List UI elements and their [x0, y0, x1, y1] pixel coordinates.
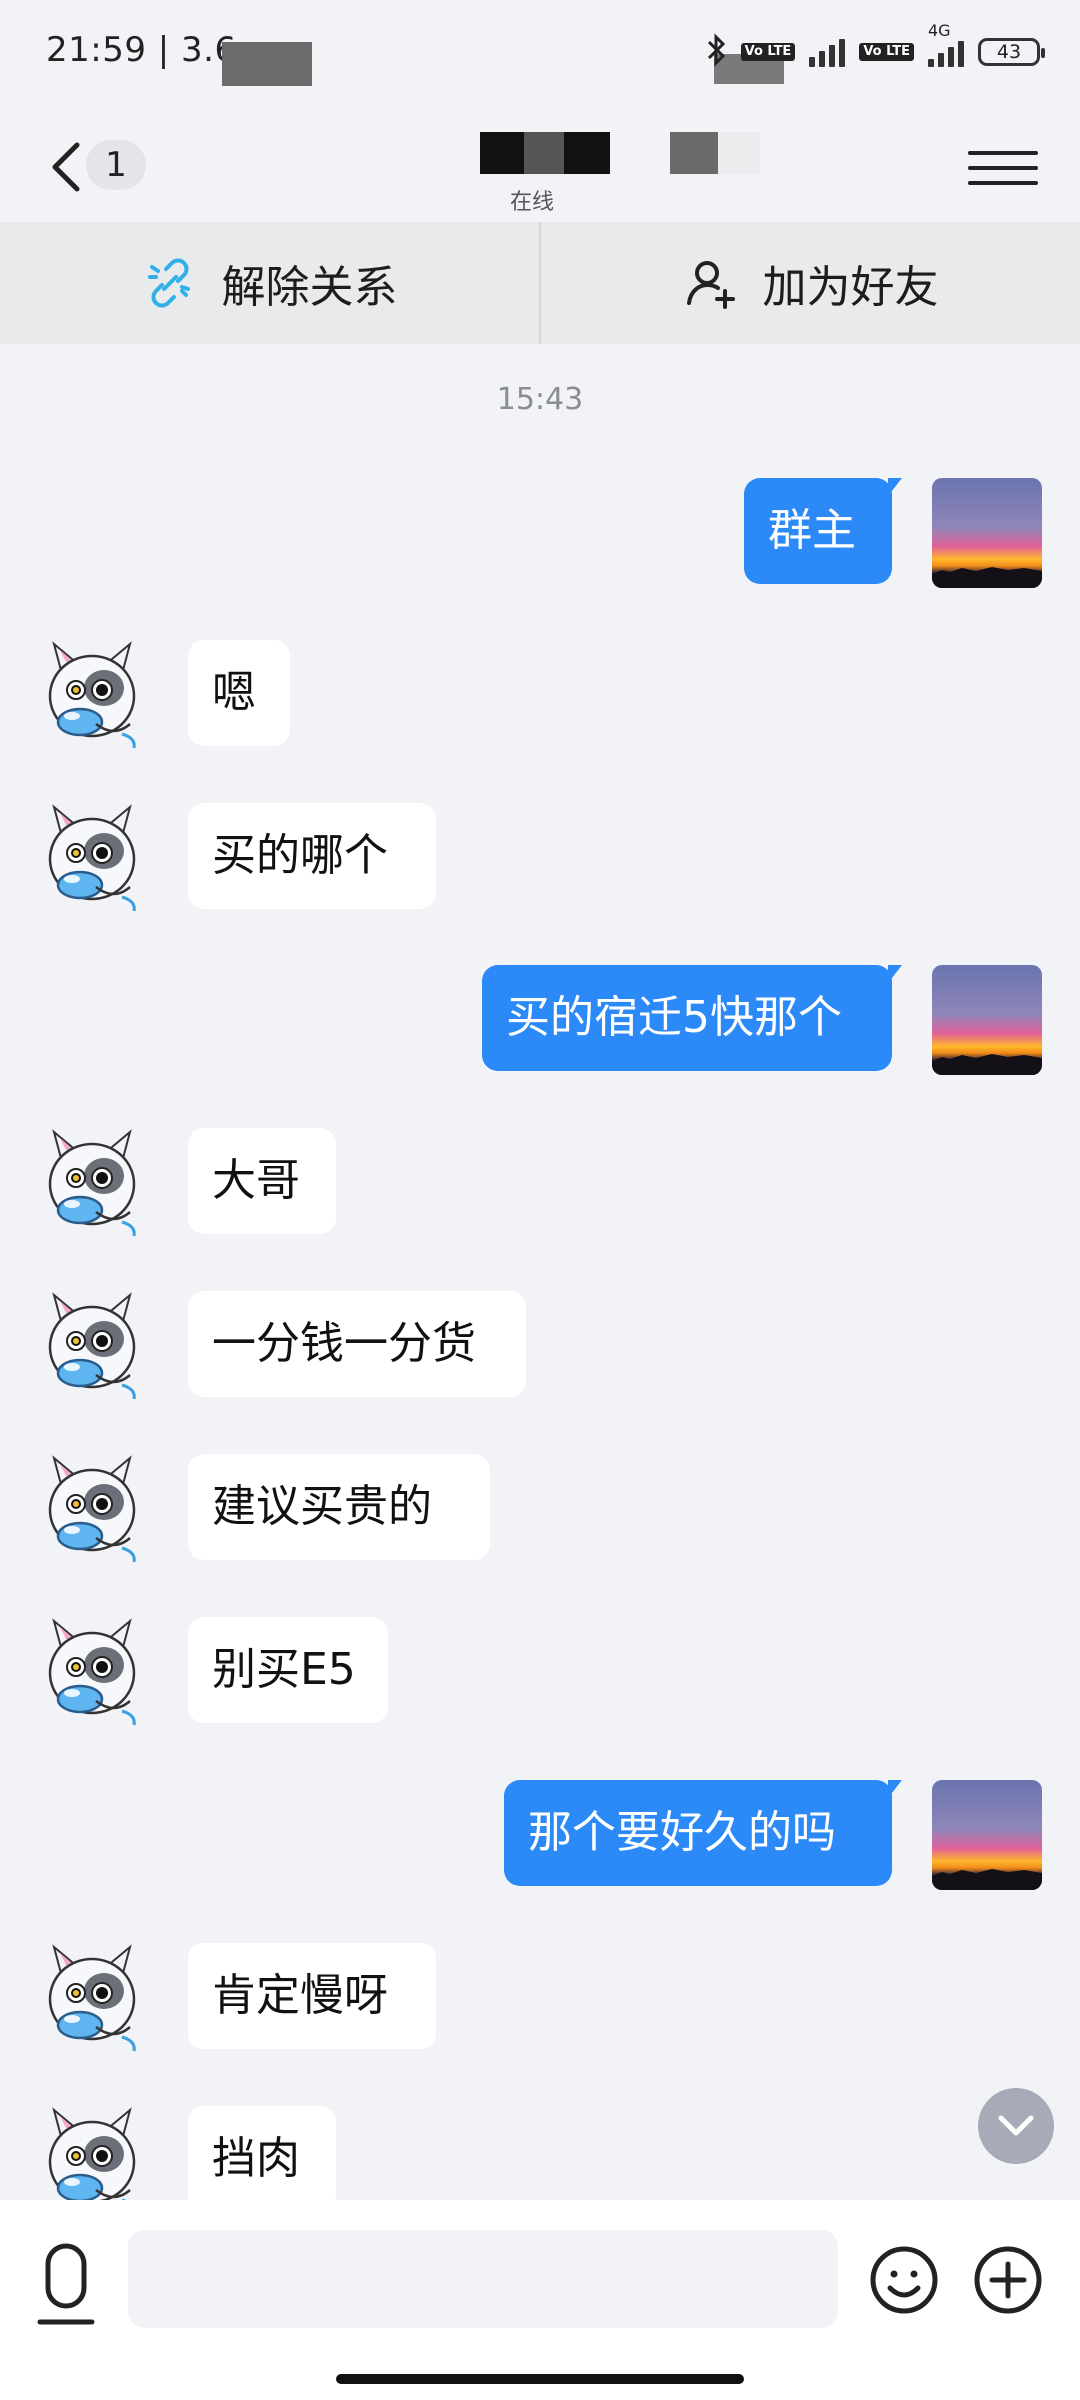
my-avatar[interactable] — [932, 1780, 1042, 1890]
redacted-block — [222, 42, 312, 86]
message-bubble[interactable]: 那个要好久的吗 — [504, 1780, 902, 1886]
redacted-block — [670, 132, 718, 174]
contact-avatar[interactable] — [36, 1941, 148, 2053]
more-button[interactable] — [972, 2244, 1044, 2316]
signal-icon — [809, 37, 846, 67]
my-avatar[interactable] — [932, 478, 1042, 588]
message-bubble[interactable]: 买的宿迁5快那个 — [482, 965, 902, 1071]
status-icons: Vo LTE Vo LTE 4G 43 — [705, 21, 1045, 74]
unlink-label: 解除关系 — [221, 262, 398, 313]
message-bubble[interactable]: 挡肉 — [188, 2106, 336, 2212]
volte-badge: Vo LTE — [740, 43, 796, 61]
bluetooth-icon — [705, 33, 727, 71]
status-time: 21:59 | 3.6 — [46, 30, 237, 70]
contact-avatar[interactable] — [36, 1126, 148, 1238]
message-bubble[interactable]: 建议买贵的 — [188, 1454, 490, 1560]
chevron-down-icon — [998, 2115, 1034, 2136]
message-bubble[interactable]: 嗯 — [188, 640, 290, 746]
unread-count-badge[interactable]: 1 — [86, 140, 146, 190]
scroll-to-bottom-button[interactable] — [978, 2088, 1054, 2164]
plus-circle-icon — [974, 2246, 1042, 2314]
redacted-block — [718, 132, 760, 174]
signal-4g-icon: 4G — [928, 21, 964, 67]
message-bubble[interactable]: 肯定慢呀 — [188, 1943, 436, 2049]
home-indicator — [336, 2374, 744, 2384]
battery-icon: 43 — [978, 38, 1045, 66]
emoji-button[interactable] — [868, 2244, 940, 2316]
message-bubble[interactable]: 别买E5 — [188, 1617, 388, 1723]
status-bar: 21:59 | 3.6 Vo LTE Vo LTE 4G 43 — [0, 0, 1080, 110]
message-bubble[interactable]: 群主 — [744, 478, 902, 584]
contact-avatar[interactable] — [36, 638, 148, 750]
chevron-left-icon — [52, 142, 80, 192]
microphone-icon — [37, 2243, 95, 2325]
online-status: 在线 — [510, 190, 555, 215]
add-user-icon — [686, 261, 735, 309]
menu-button[interactable] — [968, 138, 1038, 198]
nav-bar: 1 在线 — [0, 110, 1080, 222]
smiley-icon — [870, 2246, 938, 2314]
chat-title[interactable]: 在线 — [480, 132, 640, 222]
contact-avatar[interactable] — [36, 1289, 148, 1401]
message-bubble[interactable]: 一分钱一分货 — [188, 1291, 526, 1397]
input-bar — [0, 2200, 1080, 2400]
contact-avatar[interactable] — [36, 801, 148, 913]
unlink-button[interactable]: 解除关系 — [0, 222, 539, 344]
redacted-title — [480, 132, 640, 174]
voice-button[interactable] — [30, 2240, 102, 2330]
message-timestamp: 15:43 — [496, 382, 584, 417]
my-avatar[interactable] — [932, 965, 1042, 1075]
add-friend-button[interactable]: 加为好友 — [539, 222, 1080, 344]
chat-area[interactable] — [0, 344, 1080, 2200]
network-label: 4G — [928, 21, 951, 40]
relation-action-bar: 解除关系 加为好友 — [0, 222, 1080, 344]
message-bubble[interactable]: 买的哪个 — [188, 803, 436, 909]
message-bubble[interactable]: 大哥 — [188, 1128, 336, 1234]
message-input[interactable] — [128, 2230, 838, 2328]
contact-avatar[interactable] — [36, 1615, 148, 1727]
contact-avatar[interactable] — [36, 1452, 148, 1564]
add-friend-label: 加为好友 — [762, 262, 939, 313]
broken-link-icon — [147, 258, 190, 308]
battery-level: 43 — [996, 41, 1022, 63]
volte-badge-2: Vo LTE — [859, 43, 914, 61]
